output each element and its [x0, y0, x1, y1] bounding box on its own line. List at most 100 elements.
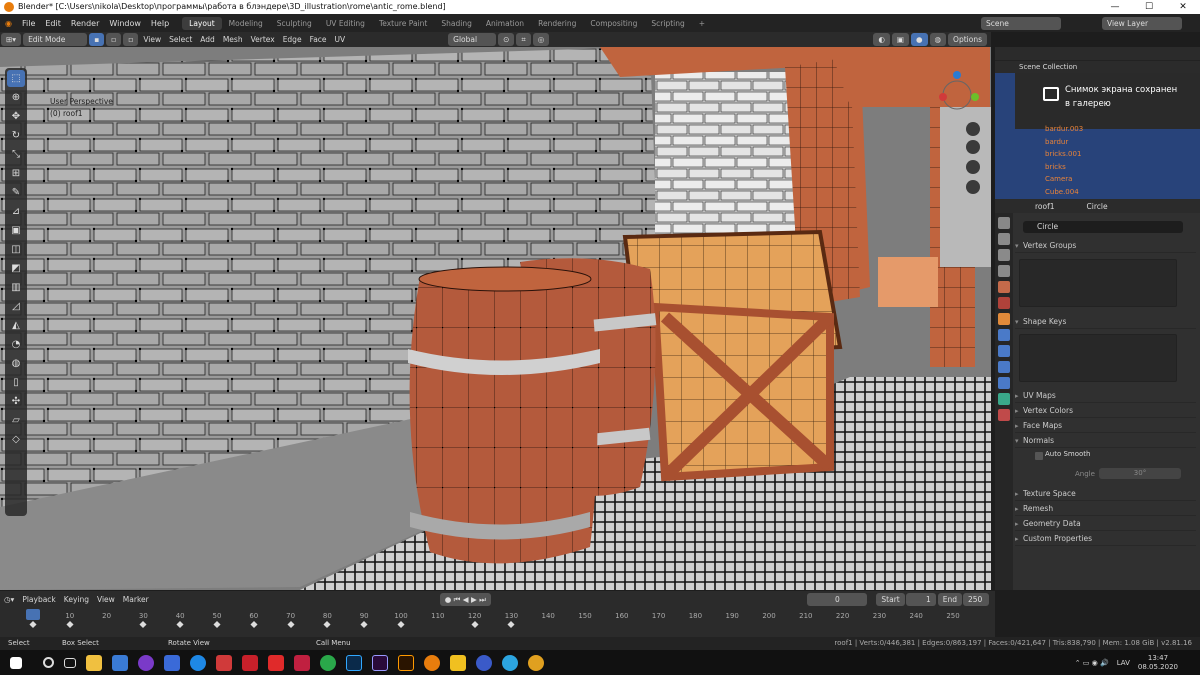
- vertex-groups-list[interactable]: [1019, 259, 1177, 307]
- outliner-item[interactable]: bricks: [995, 161, 1200, 174]
- header-menu-mesh[interactable]: Mesh: [219, 35, 247, 44]
- texture-space-panel[interactable]: Texture Space: [1015, 487, 1196, 501]
- app-icon[interactable]: [450, 654, 466, 671]
- inset-tool-icon[interactable]: ◫: [7, 241, 25, 258]
- app-icon[interactable]: [320, 654, 336, 671]
- overlay-icon[interactable]: ◐: [873, 33, 890, 46]
- shape-keys-list[interactable]: [1019, 334, 1177, 382]
- particles-tab-icon[interactable]: [998, 345, 1010, 357]
- tab-scripting[interactable]: Scripting: [644, 17, 691, 30]
- physics-tab-icon[interactable]: [998, 361, 1010, 373]
- geometry-data-panel[interactable]: Geometry Data: [1015, 517, 1196, 531]
- keyframe-marker[interactable]: [250, 620, 258, 629]
- outliner-item[interactable]: bardur: [995, 136, 1200, 149]
- start-menu-icon[interactable]: [10, 656, 22, 669]
- uv-maps-panel[interactable]: UV Maps: [1015, 389, 1196, 403]
- chrome-icon[interactable]: [528, 654, 544, 671]
- custom-properties-panel[interactable]: Custom Properties: [1015, 532, 1196, 546]
- timeline-menu-marker[interactable]: Marker: [119, 595, 153, 604]
- task-view-icon[interactable]: [64, 657, 76, 668]
- scale-tool-icon[interactable]: ⤡: [7, 146, 25, 163]
- loop-cut-tool-icon[interactable]: ▥: [7, 279, 25, 296]
- tab-sculpting[interactable]: Sculpting: [270, 17, 319, 30]
- app-icon[interactable]: [294, 654, 310, 671]
- photoshop-icon[interactable]: [346, 654, 362, 671]
- premiere-icon[interactable]: [372, 654, 388, 671]
- select-box-tool-icon[interactable]: ⬚: [7, 70, 25, 87]
- keyframe-marker[interactable]: [213, 620, 221, 629]
- app-icon[interactable]: [164, 654, 180, 671]
- scene-collection[interactable]: Scene Collection: [995, 61, 1200, 73]
- mesh-data-tab-icon[interactable]: [998, 393, 1010, 405]
- clock[interactable]: 13:47 08.05.2020: [1138, 654, 1178, 672]
- knife-tool-icon[interactable]: ◿: [7, 298, 25, 315]
- menu-edit[interactable]: Edit: [40, 19, 66, 28]
- auto-smooth-checkbox[interactable]: [1035, 452, 1043, 460]
- material-tab-icon[interactable]: [998, 409, 1010, 421]
- system-tray-icons[interactable]: ⌃ ▭ ◉ 🔊: [1075, 659, 1109, 667]
- shear-tool-icon[interactable]: ▱: [7, 412, 25, 429]
- editor-type-button[interactable]: ⊞▾: [1, 33, 22, 46]
- extrude-tool-icon[interactable]: ▣: [7, 222, 25, 239]
- keyframe-marker[interactable]: [139, 620, 147, 629]
- header-menu-select[interactable]: Select: [165, 35, 196, 44]
- smooth-tool-icon[interactable]: ◍: [7, 355, 25, 372]
- mesh-name-field[interactable]: Circle: [1023, 221, 1183, 233]
- media-app-icon[interactable]: [138, 654, 154, 671]
- poly-build-tool-icon[interactable]: ◭: [7, 317, 25, 334]
- app-icon[interactable]: [216, 654, 232, 671]
- minimize-button[interactable]: —: [1098, 0, 1132, 14]
- outliner-item[interactable]: Camera: [995, 173, 1200, 186]
- mail-icon[interactable]: [112, 654, 128, 671]
- explorer-icon[interactable]: [86, 654, 102, 671]
- header-menu-add[interactable]: Add: [196, 35, 219, 44]
- angle-field[interactable]: 30°: [1099, 468, 1181, 479]
- tab-uv-editing[interactable]: UV Editing: [319, 17, 372, 30]
- search-icon[interactable]: [43, 657, 54, 668]
- keyframe-marker[interactable]: [471, 620, 479, 629]
- tab-texture-paint[interactable]: Texture Paint: [372, 17, 434, 30]
- blender-menu-icon[interactable]: ◉: [0, 19, 17, 28]
- keyframe-marker[interactable]: [360, 620, 368, 629]
- keyframe-marker[interactable]: [287, 620, 295, 629]
- tab-animation[interactable]: Animation: [479, 17, 531, 30]
- select-mode-face[interactable]: ▫: [123, 33, 139, 46]
- options-dropdown[interactable]: Options: [948, 33, 987, 46]
- remesh-panel[interactable]: Remesh: [1015, 502, 1196, 516]
- vertex-groups-panel[interactable]: Vertex Groups: [1015, 239, 1196, 253]
- move-tool-icon[interactable]: ✥: [7, 108, 25, 125]
- menu-render[interactable]: Render: [66, 19, 104, 28]
- telegram-icon[interactable]: [502, 654, 518, 671]
- cursor-tool-icon[interactable]: ⊕: [7, 89, 25, 106]
- snap-icon[interactable]: ⌗: [516, 33, 531, 46]
- shading-solid-icon[interactable]: ●: [910, 33, 928, 46]
- pivot-icon[interactable]: ⊙: [498, 33, 515, 46]
- outliner-item[interactable]: Cube.004: [995, 186, 1200, 199]
- world-tab-icon[interactable]: [998, 297, 1010, 309]
- blender-taskbar-icon[interactable]: [424, 654, 440, 671]
- keyframe-marker[interactable]: [176, 620, 184, 629]
- tab-layout[interactable]: Layout: [182, 16, 222, 30]
- tab-modeling[interactable]: Modeling: [222, 17, 270, 30]
- output-tab-icon[interactable]: [998, 249, 1010, 261]
- playhead[interactable]: [26, 609, 40, 620]
- orientation-selector[interactable]: Global: [448, 33, 497, 46]
- menu-help[interactable]: Help: [146, 19, 174, 28]
- shading-material-icon[interactable]: ◍: [929, 33, 947, 46]
- timeline-menu-view[interactable]: View: [93, 595, 119, 604]
- frame-end-field[interactable]: 250: [963, 592, 989, 606]
- header-menu-view[interactable]: View: [139, 35, 165, 44]
- edge-browser-icon[interactable]: [190, 654, 206, 671]
- current-frame-field[interactable]: 0: [807, 592, 868, 606]
- maximize-button[interactable]: ☐: [1132, 0, 1166, 14]
- keyframe-marker[interactable]: [323, 620, 331, 629]
- tab-shading[interactable]: Shading: [434, 17, 478, 30]
- spin-tool-icon[interactable]: ◔: [7, 336, 25, 353]
- render-tab-icon[interactable]: [998, 233, 1010, 245]
- xray-icon[interactable]: ▣: [891, 33, 909, 46]
- scene-tab-icon[interactable]: [998, 281, 1010, 293]
- constraints-tab-icon[interactable]: [998, 377, 1010, 389]
- proportional-edit-icon[interactable]: ◎: [532, 33, 550, 46]
- frame-start-field[interactable]: 1: [905, 592, 936, 606]
- timeline-editor-icon[interactable]: ◷▾: [0, 595, 18, 604]
